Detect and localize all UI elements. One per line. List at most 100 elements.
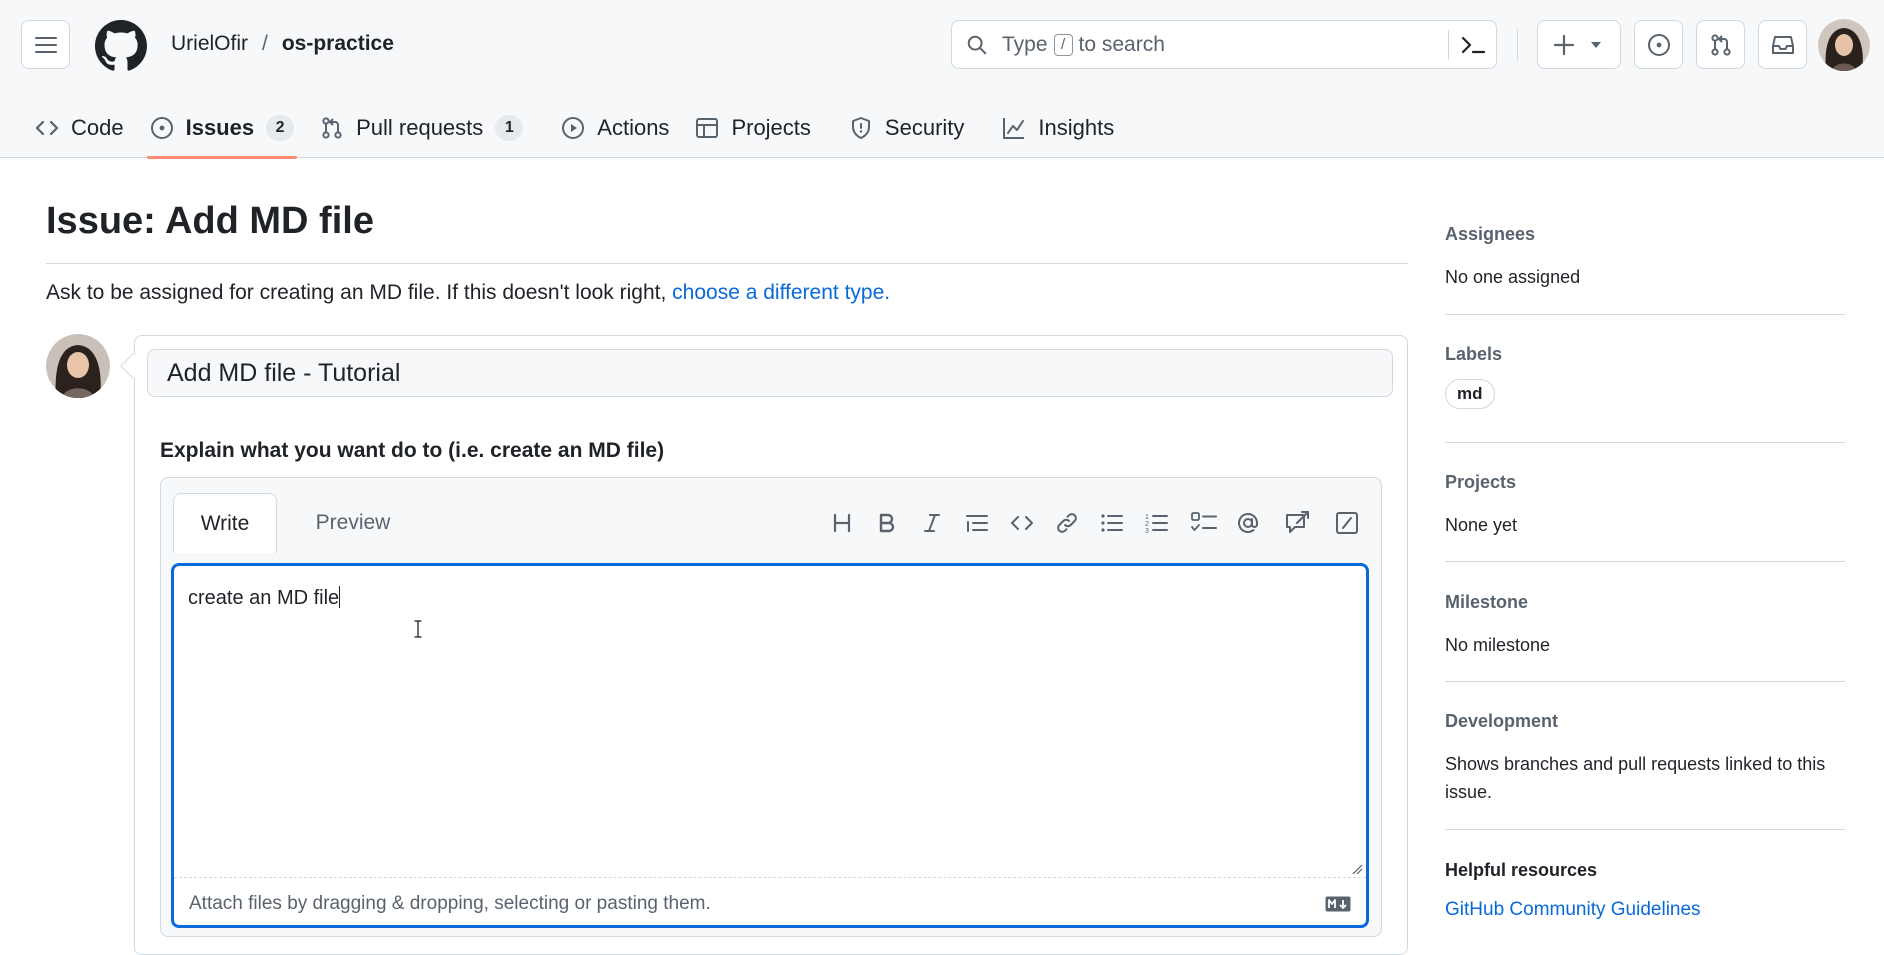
- quote-icon: [966, 515, 988, 532]
- cross-reference-button[interactable]: [1282, 508, 1312, 538]
- projects-heading: Projects: [1445, 472, 1517, 492]
- assignees-heading: Assignees: [1445, 224, 1536, 244]
- sidebar-rule: [1445, 681, 1845, 682]
- sidebar-milestone[interactable]: Milestone No milestone: [1445, 592, 1845, 659]
- search-placeholder-suffix: to search: [1078, 32, 1165, 56]
- tab-insights-label: Insights: [1038, 115, 1115, 140]
- mention-icon: [1238, 512, 1258, 533]
- search-divider: [1448, 30, 1449, 60]
- svg-text:1: 1: [1145, 514, 1149, 521]
- sidebar-projects[interactable]: Projects None yet: [1445, 472, 1845, 539]
- task-list-button[interactable]: [1189, 508, 1219, 538]
- header-divider: [1517, 29, 1518, 61]
- inbox-icon: [1771, 35, 1794, 54]
- slash-command-icon: [1336, 512, 1358, 534]
- tab-security-label: Security: [884, 115, 965, 140]
- tab-code[interactable]: Code: [22, 98, 137, 158]
- github-logo-icon[interactable]: [95, 20, 147, 72]
- tab-insights[interactable]: Insights: [989, 98, 1127, 158]
- label-md-badge: md: [1445, 379, 1495, 409]
- milestone-heading: Milestone: [1445, 592, 1529, 612]
- heading-button[interactable]: [827, 508, 857, 538]
- command-palette-icon[interactable]: [1460, 33, 1486, 57]
- text-caret: [339, 586, 341, 608]
- issue-opened-icon: [1647, 33, 1670, 56]
- tab-security[interactable]: Security: [836, 98, 977, 158]
- sidebar-development[interactable]: Development Shows branches and pull requ…: [1445, 711, 1845, 806]
- italic-button[interactable]: [917, 508, 947, 538]
- issue-opened-icon: [150, 117, 173, 139]
- link-button[interactable]: [1052, 508, 1082, 538]
- sidebar-rule: [1445, 561, 1845, 562]
- assignees-value: No one assigned: [1445, 267, 1581, 287]
- table-icon: [696, 118, 719, 138]
- repo-name-link[interactable]: os-practice: [282, 32, 394, 56]
- bold-icon: [879, 513, 895, 533]
- issue-body-content: create an MD file: [188, 586, 341, 610]
- tab-actions[interactable]: Actions: [548, 98, 682, 158]
- global-header: UrielOfir / os-practice Type / to search: [0, 0, 1884, 159]
- svg-text:2: 2: [1145, 521, 1149, 528]
- search-input[interactable]: Type / to search: [951, 20, 1497, 69]
- tab-actions-label: Actions: [597, 115, 670, 140]
- repo-owner-link[interactable]: UrielOfir: [171, 32, 248, 56]
- quote-button[interactable]: [962, 508, 992, 538]
- search-placeholder-prefix: Type: [1002, 32, 1048, 56]
- labels-heading: Labels: [1445, 344, 1503, 364]
- tab-issues[interactable]: Issues 2: [137, 98, 308, 159]
- unordered-list-button[interactable]: [1097, 508, 1127, 538]
- play-icon: [562, 117, 585, 139]
- hamburger-icon: [34, 36, 57, 53]
- body-field-label: Explain what you want do to (i.e. create…: [160, 439, 665, 462]
- tab-projects-label: Projects: [731, 115, 811, 140]
- shield-icon: [851, 117, 870, 139]
- resize-handle-icon[interactable]: [1351, 863, 1363, 875]
- issue-body-textarea[interactable]: create an MD file Attach files by draggi…: [171, 563, 1369, 928]
- tab-pull-requests[interactable]: Pull requests 1: [307, 98, 536, 158]
- code-button[interactable]: [1007, 508, 1037, 538]
- mention-button[interactable]: [1233, 508, 1263, 538]
- ordered-list-button[interactable]: 1 2 3: [1142, 508, 1172, 538]
- repo-tabs: Code Issues 2 Pull requests 1 Actions Pr…: [0, 98, 1127, 159]
- description-text: Ask to be assigned for creating an MD fi…: [46, 281, 667, 304]
- choose-different-type-link[interactable]: choose a different type.: [672, 281, 890, 304]
- git-pull-request-icon: [1710, 33, 1731, 56]
- write-tab[interactable]: Write: [173, 493, 277, 553]
- title-divider: [46, 263, 1408, 264]
- issue-title-input[interactable]: Add MD file - Tutorial: [147, 349, 1393, 397]
- graph-icon: [1003, 118, 1025, 139]
- bold-button[interactable]: [872, 508, 902, 538]
- sidebar-helpful-resources: Helpful resources GitHub Community Guide…: [1445, 860, 1845, 921]
- heading-icon: [833, 513, 851, 533]
- search-shortcut-key: /: [1053, 33, 1073, 56]
- markdown-icon[interactable]: [1325, 896, 1351, 912]
- tab-code-label: Code: [71, 115, 124, 140]
- breadcrumb: UrielOfir / os-practice: [171, 32, 394, 56]
- git-pull-request-icon: [322, 117, 342, 139]
- pull-requests-button[interactable]: [1696, 20, 1745, 69]
- slash-commands-button[interactable]: [1332, 508, 1362, 538]
- community-guidelines-link[interactable]: GitHub Community Guidelines: [1445, 899, 1701, 920]
- sidebar-labels[interactable]: Labels md: [1445, 344, 1845, 409]
- pull-requests-count-badge: 1: [495, 115, 524, 141]
- author-avatar: [46, 334, 110, 398]
- resources-heading: Helpful resources: [1445, 860, 1598, 880]
- attach-files-hint[interactable]: Attach files by dragging & dropping, sel…: [189, 893, 711, 915]
- inbox-button[interactable]: [1758, 20, 1807, 69]
- cross-reference-icon: [1286, 511, 1309, 533]
- sidebar-rule: [1445, 829, 1845, 830]
- issue-body-text: create an MD file: [188, 587, 340, 609]
- sidebar-assignees[interactable]: Assignees No one assigned: [1445, 224, 1845, 291]
- user-avatar[interactable]: [1818, 19, 1870, 71]
- attach-divider: [174, 877, 1366, 878]
- issues-count-badge: 2: [266, 115, 295, 141]
- tab-projects[interactable]: Projects: [682, 98, 823, 158]
- issues-button[interactable]: [1634, 20, 1683, 69]
- create-new-button[interactable]: [1537, 20, 1621, 69]
- tab-issues-label: Issues: [185, 115, 255, 140]
- menu-button[interactable]: [21, 20, 70, 69]
- breadcrumb-separator: /: [262, 32, 268, 55]
- unordered-list-icon: [1101, 514, 1123, 532]
- ordered-list-icon: 1 2 3: [1145, 514, 1168, 534]
- preview-tab[interactable]: Preview: [297, 493, 409, 552]
